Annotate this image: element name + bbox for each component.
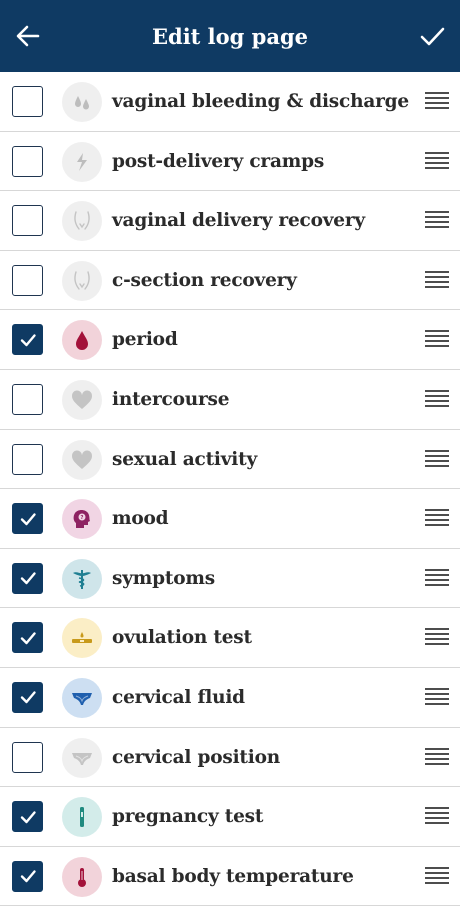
log-item-checkbox[interactable] xyxy=(12,205,43,237)
drag-handle-icon[interactable] xyxy=(425,866,449,887)
log-item-label: symptoms xyxy=(112,567,215,589)
pelvis-icon xyxy=(62,201,102,242)
lightning-icon xyxy=(62,141,102,182)
log-item-checkbox[interactable] xyxy=(12,503,43,535)
checkmark-save-icon[interactable] xyxy=(418,22,446,50)
log-item-label: ovulation test xyxy=(112,627,252,649)
log-item-row: period xyxy=(0,310,460,370)
log-item-checkbox[interactable] xyxy=(12,264,43,296)
log-item-label: intercourse xyxy=(112,388,230,410)
log-item-checkbox[interactable] xyxy=(12,145,43,177)
log-item-row: cervical fluid xyxy=(0,668,460,728)
drag-handle-icon[interactable] xyxy=(425,270,449,291)
drag-handle-icon[interactable] xyxy=(425,330,449,350)
drag-handle-icon[interactable] xyxy=(425,807,449,827)
drops-icon xyxy=(62,82,102,122)
log-item-label: vaginal bleeding & discharge xyxy=(112,91,409,112)
log-item-row: sexual activity xyxy=(0,430,460,490)
log-item-label: c-section recovery xyxy=(112,269,297,291)
page-title: Edit log page xyxy=(152,23,308,49)
log-item-row: ovulation test xyxy=(0,608,460,668)
log-item-label: pregnancy test xyxy=(112,806,264,828)
pregnancy-test-icon xyxy=(62,797,102,838)
checkmark-icon xyxy=(20,691,36,704)
log-item-label: sexual activity xyxy=(112,448,258,470)
ovulation-test-icon xyxy=(62,618,102,659)
drag-handle-icon[interactable] xyxy=(425,92,449,112)
log-item-label: vaginal delivery recovery xyxy=(112,210,365,232)
log-item-checkbox[interactable] xyxy=(12,860,43,892)
heart-icon xyxy=(62,439,102,480)
drag-handle-icon[interactable] xyxy=(425,687,449,708)
log-item-checkbox[interactable] xyxy=(12,324,43,356)
drag-handle-icon[interactable] xyxy=(425,211,449,231)
checkmark-icon xyxy=(20,870,36,883)
drag-handle-icon[interactable] xyxy=(425,509,449,529)
head-icon: ? xyxy=(62,499,102,540)
blood-drop-icon xyxy=(62,320,102,361)
log-item-label: cervical position xyxy=(112,746,280,768)
log-item-row: pregnancy test xyxy=(0,787,460,847)
drag-handle-icon[interactable] xyxy=(425,449,449,470)
heart-icon xyxy=(62,379,102,420)
log-item-checkbox[interactable] xyxy=(12,622,43,654)
checkmark-icon xyxy=(20,334,36,347)
log-item-checkbox[interactable] xyxy=(12,801,43,833)
log-item-label: cervical fluid xyxy=(112,686,245,708)
drag-handle-icon[interactable] xyxy=(425,568,449,589)
underwear-icon xyxy=(62,737,102,778)
thermometer-icon xyxy=(62,856,102,897)
log-item-row: symptoms xyxy=(0,549,460,609)
back-arrow-icon[interactable] xyxy=(14,22,42,50)
log-item-row: vaginal bleeding & discharge xyxy=(0,72,460,132)
log-item-row: intercourse xyxy=(0,370,460,430)
checkmark-icon xyxy=(20,572,36,585)
top-bar: Edit log page xyxy=(0,0,460,72)
log-item-row: basal body temperature xyxy=(0,847,460,907)
checkmark-icon xyxy=(20,810,36,823)
log-item-checkbox[interactable] xyxy=(12,86,43,117)
log-item-label: mood xyxy=(112,508,169,530)
log-item-row: post-delivery cramps xyxy=(0,132,460,192)
log-item-checkbox[interactable] xyxy=(12,681,43,713)
drag-handle-icon[interactable] xyxy=(425,151,449,172)
underwear-icon xyxy=(62,677,102,718)
log-item-row: vaginal delivery recovery xyxy=(0,191,460,251)
log-item-checkbox[interactable] xyxy=(12,383,43,415)
log-item-list: vaginal bleeding & discharge post-deliver… xyxy=(0,72,460,907)
checkmark-icon xyxy=(20,632,36,645)
drag-handle-icon[interactable] xyxy=(425,747,449,768)
checkmark-icon xyxy=(20,512,36,525)
log-item-label: period xyxy=(112,329,178,351)
log-item-row: ? mood xyxy=(0,489,460,549)
svg-text:?: ? xyxy=(81,515,84,521)
drag-handle-icon[interactable] xyxy=(425,628,449,648)
pelvis-icon xyxy=(62,260,102,301)
caduceus-icon xyxy=(62,558,102,599)
log-item-row: c-section recovery xyxy=(0,251,460,311)
log-item-label: basal body temperature xyxy=(112,865,354,887)
log-item-checkbox[interactable] xyxy=(12,562,43,594)
log-item-checkbox[interactable] xyxy=(12,741,43,773)
drag-handle-icon[interactable] xyxy=(425,389,449,410)
log-item-row: cervical position xyxy=(0,728,460,788)
log-item-checkbox[interactable] xyxy=(12,443,43,475)
log-item-label: post-delivery cramps xyxy=(112,150,325,172)
